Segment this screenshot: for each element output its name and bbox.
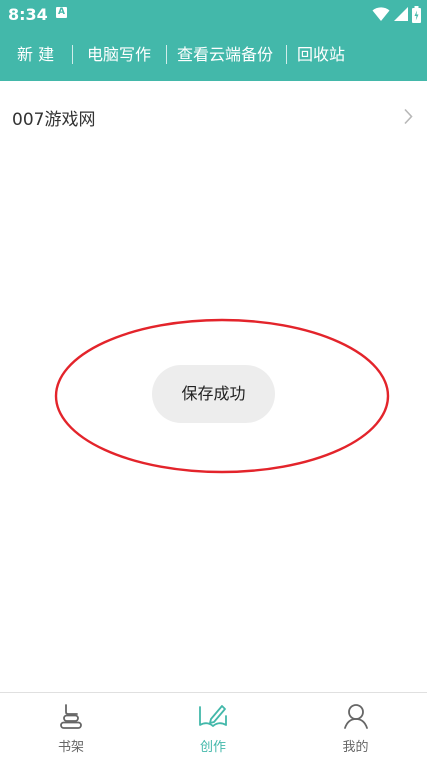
- notification-icon: A: [56, 7, 67, 18]
- list-item[interactable]: 007游戏网: [0, 81, 427, 153]
- nav-label-profile: 我的: [342, 740, 369, 755]
- nav-item-compose[interactable]: 创作: [142, 693, 284, 760]
- bottom-nav: 书架 创作 我的: [0, 692, 427, 760]
- top-toolbar: 新 建 电脑写作 查看云端备份 回收站: [0, 28, 427, 81]
- pc-writing-button[interactable]: 电脑写作: [87, 28, 151, 81]
- toolbar-divider: [286, 45, 287, 64]
- profile-icon: [343, 704, 368, 729]
- status-time: 8:34: [8, 5, 48, 24]
- compose-icon: [199, 705, 227, 727]
- chevron-right-icon: [404, 108, 413, 125]
- wifi-icon: [372, 7, 390, 21]
- battery-icon: [412, 5, 421, 23]
- list-item-label: 007游戏网: [12, 110, 96, 130]
- status-icons: [372, 5, 421, 23]
- recycle-bin-button[interactable]: 回收站: [297, 28, 345, 81]
- nav-item-profile[interactable]: 我的: [284, 693, 427, 760]
- nav-item-bookshelf[interactable]: 书架: [0, 693, 142, 760]
- toast-message: 保存成功: [152, 365, 275, 423]
- nav-label-compose: 创作: [199, 740, 226, 755]
- toolbar-divider: [72, 45, 73, 64]
- new-button[interactable]: 新 建: [17, 28, 54, 81]
- toolbar-divider: [166, 45, 167, 64]
- signal-icon: [394, 7, 408, 21]
- status-bar: 8:34 A: [0, 0, 427, 28]
- nav-label-bookshelf: 书架: [57, 740, 84, 755]
- bookshelf-icon: [60, 704, 82, 729]
- cloud-backup-button[interactable]: 查看云端备份: [177, 28, 273, 81]
